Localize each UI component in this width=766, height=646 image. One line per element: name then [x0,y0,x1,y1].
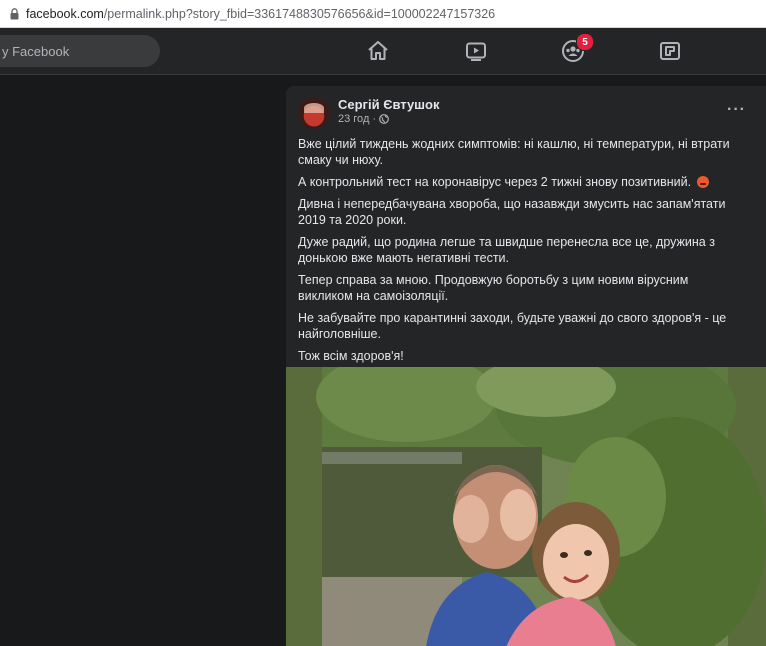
post-paragraph-text: А контрольний тест на коронавірус через … [298,175,692,189]
post-paragraph: Вже цілий тиждень жодних симптомів: ні к… [298,137,730,167]
globe-icon [379,114,389,124]
post-paragraph: Тож всім здоров'я! [298,349,404,363]
url-text[interactable]: facebook.com/permalink.php?story_fbid=33… [26,7,495,21]
angry-face-emoji-icon [696,176,709,188]
post-meta: 23 год · [338,113,389,125]
url-host: facebook.com [26,6,104,21]
post-paragraph: Дуже радий, що родина легше та швидше пе… [298,235,715,265]
lock-icon [10,7,19,20]
author-avatar[interactable] [298,97,330,129]
groups-notification-badge: 5 [576,33,594,51]
gaming-icon[interactable] [658,39,682,63]
post-paragraph: А контрольний тест на коронавірус через … [298,174,738,190]
post-text: Вже цілий тиждень жодних симптомів: ні к… [298,136,738,370]
post-card: Сергій Євтушок 23 год · ··· Вже цілий ти… [286,86,766,646]
browser-address-bar[interactable]: facebook.com/permalink.php?story_fbid=33… [0,0,766,28]
more-options-icon[interactable]: ··· [727,102,746,118]
post-author-name[interactable]: Сергій Євтушок [338,97,439,112]
top-navigation: у Facebook 5 [0,28,766,75]
watch-icon[interactable] [464,39,488,63]
post-timestamp[interactable]: 23 год [338,113,369,125]
search-input[interactable]: у Facebook [0,35,160,67]
post-photo[interactable] [286,367,766,646]
post-paragraph: Тепер справа за мною. Продовжую боротьбу… [298,273,689,303]
search-placeholder: у Facebook [2,43,70,59]
post-paragraph: Дивна і непередбачувана хвороба, що наза… [298,197,726,227]
meta-separator: · [372,113,377,125]
url-path: /permalink.php?story_fbid=33617488305766… [103,6,496,21]
post-paragraph: Не забувайте про карантинні заходи, будь… [298,311,727,341]
home-icon[interactable] [366,39,390,63]
